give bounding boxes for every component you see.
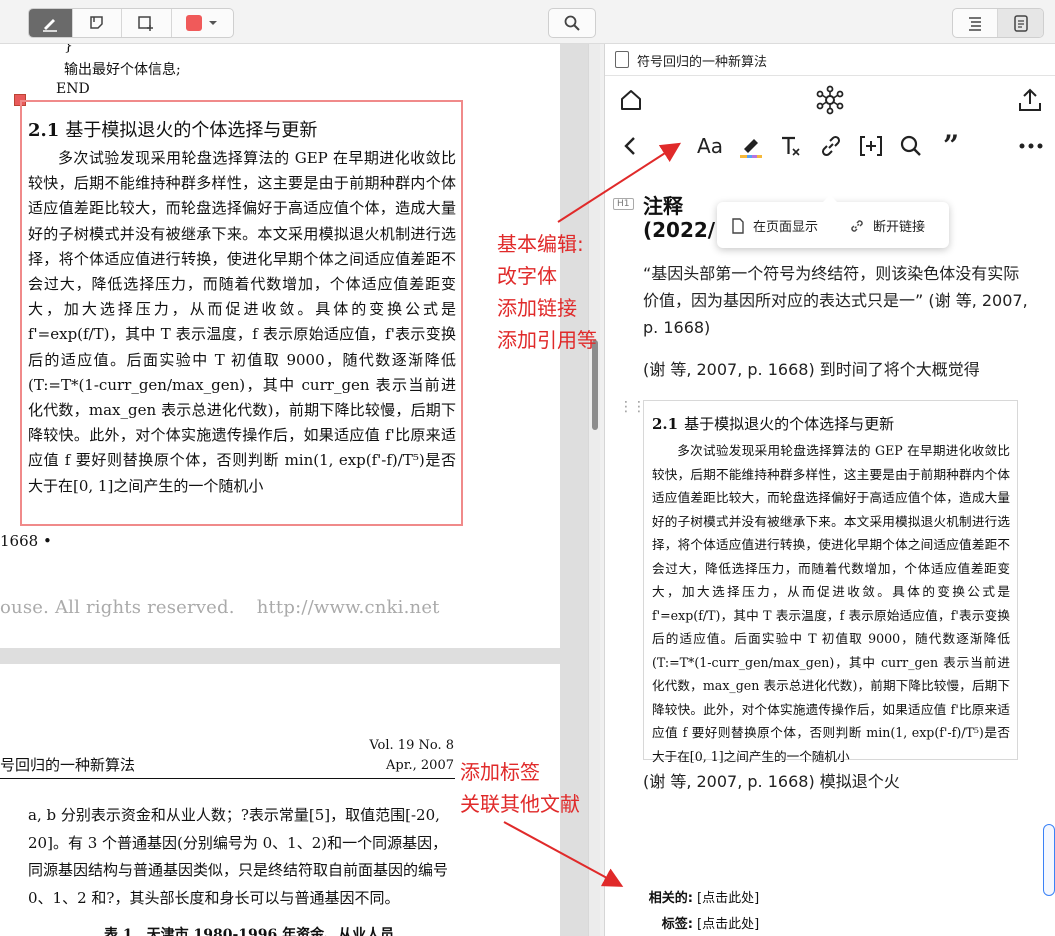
clear-format-icon [782, 136, 800, 156]
drag-handle-icon[interactable]: ⋮⋮ [619, 400, 646, 414]
page-icon [732, 217, 744, 234]
highlight-button[interactable] [737, 132, 765, 160]
notes-icon [1013, 15, 1028, 32]
note-quote[interactable]: “基因头部第一个符号为终结符，则该染色体没有实际价值，因为基因所对应的表达式只是… [643, 260, 1033, 341]
page2-body: a, b 分别表示资金和从业人数；?表示常量[5]，取值范围[-20, 20]。… [28, 806, 449, 907]
journal-volume: Vol. 19 No. 8 Apr., 2007 [369, 736, 454, 776]
home-button[interactable] [617, 84, 645, 116]
search-icon [564, 15, 580, 31]
popover-caret [823, 195, 837, 202]
clear-format-button[interactable] [777, 132, 803, 160]
tag-annotation-note: 添加标签 关联其他文献 [460, 760, 580, 816]
view-toggle-group [952, 8, 1044, 38]
show-on-page-label: 在页面显示 [753, 220, 819, 235]
related-label: 相关的: [648, 891, 693, 906]
outline-view-button[interactable] [953, 9, 999, 37]
tags-label: 标签: [661, 917, 693, 932]
home-icon [621, 90, 641, 110]
list-icon [969, 17, 981, 31]
issue-date: Apr., 2007 [386, 758, 454, 773]
section-body: 多次试验发现采用轮盘选择算法的 GEP 在早期进化收敛比较快，后期不能维持种群多… [28, 149, 456, 495]
top-toolbar [0, 0, 1055, 44]
link-popover: 在页面显示 断开链接 [717, 195, 949, 248]
note-heading[interactable]: 注释 (2022/ [643, 194, 715, 242]
search-icon [900, 135, 921, 156]
pdf-page-1: } 输出最好个体信息; END 2.1 基于模拟退火的个体选择与更新 多次试验发现… [0, 44, 560, 648]
section-title: 2.1 基于模拟退火的个体选择与更新 [28, 116, 317, 142]
format-toolbar: Aa ” [605, 126, 1055, 166]
pen-icon [43, 19, 58, 32]
embed-title-text: 基于模拟退火的个体选择与更新 [684, 415, 895, 433]
color-picker-button[interactable] [172, 9, 233, 37]
link-button[interactable] [817, 132, 845, 160]
quote-button[interactable]: ” [939, 132, 963, 160]
embed-body: 多次试验发现采用轮盘选择算法的 GEP 在早期进化收敛比较快，后期不能维持种群多… [652, 443, 1010, 764]
share-button[interactable] [1015, 84, 1045, 116]
copyright-text: ouse. All rights reserved. [0, 597, 235, 618]
font-icon: Aa [697, 134, 723, 158]
more-button[interactable] [1017, 132, 1045, 160]
note-citation-line-2[interactable]: (谢 等, 2007, p. 1668) 模拟退个火 [643, 768, 900, 792]
note-button[interactable] [73, 9, 123, 37]
embedded-image-annotation[interactable]: 2.1 基于模拟退火的个体选择与更新 多次试验发现采用轮盘选择算法的 GEP 在早… [643, 400, 1018, 764]
code-line: } [64, 44, 73, 54]
note-doc-title: 符号回归的一种新算法 [637, 55, 768, 70]
document-icon [615, 51, 629, 68]
note-icon [90, 16, 103, 29]
section-number: 2.1 [28, 120, 60, 141]
note-scrollbar[interactable] [1043, 824, 1055, 896]
heading-level-tag[interactable]: H1 [613, 198, 634, 210]
header-rule [0, 778, 455, 779]
annotation-tool-group [28, 8, 234, 38]
code-line: END [56, 81, 90, 97]
related-link[interactable]: [点击此处] [697, 891, 759, 906]
show-on-page-button[interactable]: 在页面显示 [731, 216, 818, 235]
note-editor-pane: 符号回归的一种新算法 Aa ” H1 注释 (2022/ 在页面显示 断开链接 … [604, 44, 1055, 936]
chevron-down-icon [209, 21, 218, 25]
find-button[interactable] [897, 132, 925, 160]
related-row: 相关的: [点击此处] [635, 887, 759, 906]
section-title-text: 基于模拟退火的个体选择与更新 [65, 120, 318, 141]
tags-link[interactable]: [点击此处] [697, 917, 759, 932]
embed-section-number: 2.1 [652, 415, 679, 433]
graph-button[interactable] [813, 84, 847, 116]
graph-icon [816, 85, 844, 115]
pdf-scrollbar[interactable] [588, 44, 600, 936]
heading-line-1: 注释 [643, 194, 683, 218]
running-title: 号回归的一种新算法 [0, 756, 136, 774]
footer-url: http://www.cnki.net [256, 597, 440, 618]
highlighter-icon [740, 139, 762, 158]
color-swatch [186, 15, 203, 31]
search-button[interactable] [548, 8, 596, 38]
chevron-left-icon [624, 137, 635, 155]
insert-citation-button[interactable] [857, 132, 885, 160]
more-icon [1019, 143, 1043, 149]
insert-citation-icon [860, 136, 882, 156]
note-citation-line[interactable]: (谢 等, 2007, p. 1668) 到时间了将个大概觉得 [643, 356, 980, 380]
back-button[interactable] [619, 132, 641, 160]
note-nav-row [605, 80, 1055, 120]
add-area-icon [138, 16, 154, 31]
copyright-footer: ouse. All rights reserved. http://www.cnk… [0, 597, 440, 618]
volume-text: Vol. 19 No. 8 [369, 738, 454, 753]
highlight-pen-button[interactable] [29, 9, 73, 37]
notes-view-button[interactable] [998, 9, 1043, 37]
link-icon [821, 135, 841, 157]
unlink-icon [851, 219, 863, 232]
tags-row: 标签: [点击此处] [635, 913, 759, 932]
table-caption: 表 1 天津市 1980-1996 年资金、从业人员 [104, 927, 395, 936]
page-number: 1668 • [0, 532, 52, 550]
unlink-button[interactable]: 断开链接 [849, 216, 925, 235]
quote-icon: ” [942, 129, 960, 162]
unlink-label: 断开链接 [873, 220, 926, 235]
heading-line-2: (2022/ [643, 218, 716, 242]
note-header: 符号回归的一种新算法 [605, 44, 1055, 76]
edit-annotation-note: 基本编辑: 改字体 添加链接 添加引用等 [497, 232, 597, 352]
code-line: 输出最好个体信息; [64, 62, 181, 78]
font-size-button[interactable]: Aa [695, 132, 725, 160]
embed-title: 2.1 基于模拟退火的个体选择与更新 [652, 413, 894, 434]
share-icon [1019, 88, 1041, 111]
add-area-button[interactable] [122, 9, 172, 37]
